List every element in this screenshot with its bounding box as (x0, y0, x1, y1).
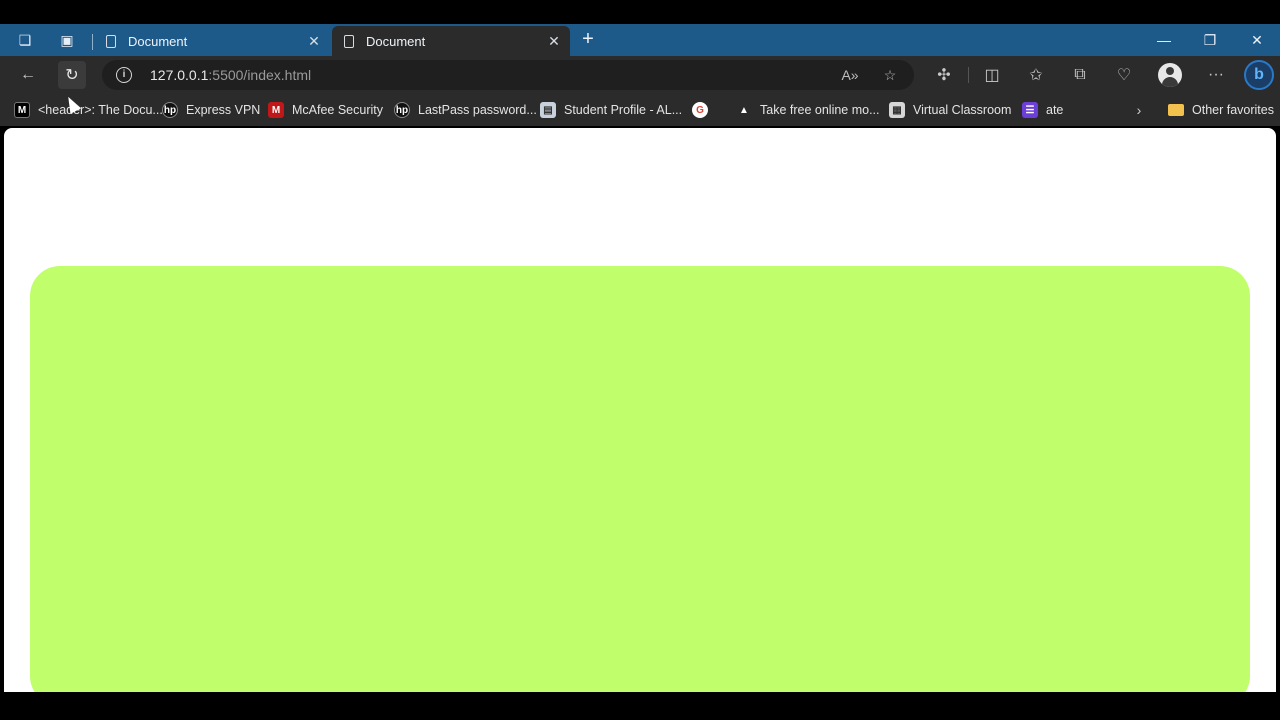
address-bar[interactable]: i 127.0.0.1:5500/index.html A» ☆ (102, 60, 914, 90)
close-window-icon[interactable]: ✕ (1245, 28, 1269, 52)
favorite-item[interactable]: ☰ ate (1022, 101, 1063, 119)
tab-label: Document (128, 33, 188, 49)
mcafee-icon: M (268, 102, 284, 118)
hp-icon: hp (162, 102, 178, 118)
mdn-icon: M (14, 102, 30, 118)
folder-icon (1168, 104, 1184, 116)
copilot-icon[interactable]: b (1244, 60, 1274, 90)
reload-icon[interactable]: ↻ (58, 61, 86, 89)
minimize-icon[interactable]: — (1152, 28, 1176, 52)
favorite-label: ate (1046, 103, 1064, 117)
url-host: 127.0.0.1 (150, 67, 209, 83)
chevron-right-icon[interactable]: › (1130, 101, 1148, 119)
favorite-item[interactable]: ▲ Take free online mo... (736, 101, 880, 119)
close-tab-icon[interactable]: ✕ (544, 33, 564, 50)
collections-icon[interactable]: ⧉ (1066, 61, 1094, 89)
hp-icon: hp (394, 102, 410, 118)
more-options-icon[interactable]: ··· (1202, 61, 1230, 89)
browser-essentials-icon[interactable]: ♡ (1110, 61, 1138, 89)
split-screen-icon[interactable]: ◫ (978, 61, 1006, 89)
read-aloud-icon[interactable]: A» (840, 65, 860, 85)
favorite-item[interactable]: hp Express VPN (162, 101, 260, 119)
favorite-label: LastPass password... (418, 103, 537, 117)
url-path: :5500/index.html (208, 67, 312, 83)
favorite-item[interactable]: ▤ Student Profile - AL... (540, 101, 682, 119)
favorite-item[interactable]: hp LastPass password... (394, 101, 537, 119)
course-icon: ▲ (736, 102, 752, 118)
profile-avatar[interactable] (1158, 63, 1182, 87)
favorites-bar: M <header>: The Docu... hp Express VPN M… (0, 94, 1280, 126)
extensions-icon[interactable]: ✣ (930, 61, 958, 89)
favorite-label: <header>: The Docu... (38, 103, 163, 117)
favorite-item[interactable]: ▦ Virtual Classroom (889, 101, 1011, 119)
tab-document-1[interactable]: Document ✕ (94, 26, 330, 56)
tab-label: Document (366, 33, 426, 49)
green-content-box (30, 266, 1250, 692)
list-icon: ☰ (1022, 102, 1038, 118)
document-icon (344, 34, 354, 48)
screen: ❏ ▣ Document ✕ Document ✕ + — ❐ ✕ ← ↻ i … (0, 0, 1280, 720)
avatar-body (1162, 77, 1178, 87)
favorite-item[interactable]: M <header>: The Docu... (14, 101, 163, 119)
classroom-icon: ▦ (889, 102, 905, 118)
avatar-head (1166, 67, 1174, 75)
toolbar-separator (968, 67, 969, 83)
document-icon (106, 34, 116, 48)
favorite-star-icon[interactable]: ☆ (880, 65, 900, 85)
tab-document-2[interactable]: Document ✕ (332, 26, 570, 56)
favorites-icon[interactable]: ✩ (1022, 61, 1050, 89)
favorite-label: Student Profile - AL... (564, 103, 683, 117)
back-icon[interactable]: ← (14, 61, 42, 89)
workspaces-icon[interactable]: ❏ (16, 31, 34, 49)
toolbar: ← ↻ i 127.0.0.1:5500/index.html A» ☆ ✣ ◫… (0, 56, 1280, 94)
close-tab-icon[interactable]: ✕ (304, 33, 324, 50)
url-text[interactable]: 127.0.0.1:5500/index.html (150, 67, 311, 83)
google-icon: G (692, 102, 708, 118)
other-favorites-label: Other favorites (1192, 103, 1274, 117)
site-info-icon[interactable]: i (116, 67, 132, 83)
other-favorites[interactable]: Other favorites (1168, 101, 1274, 119)
new-tab-button[interactable]: + (578, 29, 598, 49)
tab-actions-icon[interactable]: ▣ (58, 31, 76, 49)
favorite-label: Express VPN (186, 103, 261, 117)
favorite-label: Virtual Classroom (913, 103, 1012, 117)
favorite-label: Take free online mo... (760, 103, 880, 117)
favorite-item[interactable]: M McAfee Security (268, 101, 383, 119)
profile-icon: ▤ (540, 102, 556, 118)
favorite-item[interactable]: G (692, 101, 716, 119)
page-viewport (4, 128, 1276, 692)
restore-icon[interactable]: ❐ (1198, 28, 1222, 52)
favorite-label: McAfee Security (292, 103, 384, 117)
tab-separator (92, 34, 93, 50)
tab-strip: ❏ ▣ Document ✕ Document ✕ + — ❐ ✕ (0, 24, 1280, 56)
